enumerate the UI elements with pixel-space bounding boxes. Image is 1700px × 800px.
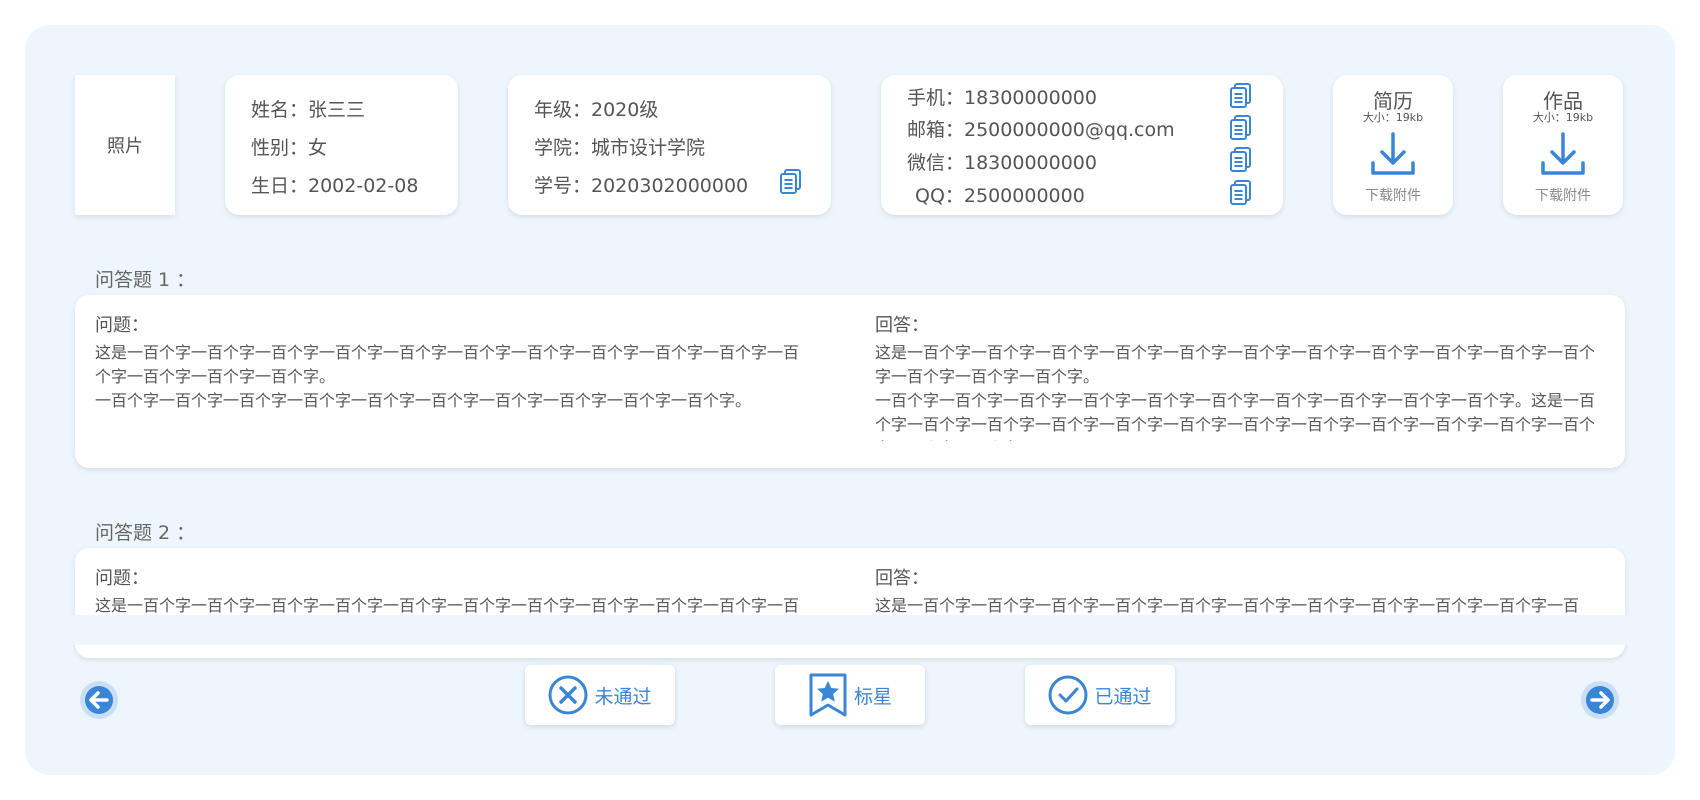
profile-card: 姓名：张三三 性别：女 生日：2002-02-08 <box>225 75 458 215</box>
previous-arrow-icon[interactable] <box>79 680 119 720</box>
scroll-clip <box>25 615 1675 645</box>
college-text: 学院：城市设计学院 <box>534 137 706 159</box>
grade-text: 年级：2020级 <box>534 99 659 121</box>
copy-icon[interactable] <box>1230 83 1252 109</box>
qa-title: 问答题 1 ： <box>95 269 196 291</box>
student-id-text: 学号：2020302000000 <box>534 175 749 197</box>
qa-card: 问题： 这是一百个字一百个字一百个字一百个字一百个字一百个字一百个字一百个字一百… <box>75 295 1625 468</box>
download-link[interactable]: 下载附件 <box>1333 185 1453 205</box>
copy-icon[interactable] <box>1230 115 1252 141</box>
contact-card: 手机：18300000000 邮箱：2500000000@qq.com 微信：1… <box>881 75 1283 215</box>
copy-icon[interactable] <box>1230 147 1252 173</box>
copy-icon[interactable] <box>780 169 802 195</box>
download-icon[interactable] <box>1539 131 1587 177</box>
photo-placeholder: 照片 <box>75 75 175 215</box>
answer-label: 回答： <box>875 315 929 336</box>
download-icon[interactable] <box>1369 131 1417 177</box>
star-bookmark-icon <box>809 673 847 717</box>
school-card: 年级：2020级 学院：城市设计学院 学号：2020302000000 <box>508 75 831 215</box>
pass-button[interactable]: 已通过 <box>1025 665 1175 725</box>
wechat-text: 微信：18300000000 <box>907 152 1097 174</box>
birthday-text: 生日：2002-02-08 <box>251 175 419 197</box>
qa-title: 问答题 2 ： <box>95 522 196 544</box>
question-label: 问题： <box>95 568 149 589</box>
check-circle-icon <box>1048 675 1088 715</box>
question-text: 这是一百个字一百个字一百个字一百个字一百个字一百个字一百个字一百个字一百个字一百… <box>95 343 800 410</box>
next-arrow-icon[interactable] <box>1580 680 1620 720</box>
star-label: 标星 <box>853 685 892 708</box>
file-size: 大小：19kb <box>1362 111 1424 124</box>
works-file-card[interactable]: 作品 大小：19kb 下载附件 <box>1503 75 1623 215</box>
copy-icon[interactable] <box>1230 180 1252 206</box>
resume-file-card[interactable]: 简历 大小：19kb 下载附件 <box>1333 75 1453 215</box>
qq-text: QQ：2500000000 <box>915 185 1085 207</box>
pass-label: 已通过 <box>1094 685 1152 708</box>
answer-text: 这是一百个字一百个字一百个字一百个字一百个字一百个字一百个字一百个字一百个字一百… <box>875 343 1595 441</box>
reject-label: 未通过 <box>594 685 652 708</box>
question-label: 问题： <box>95 315 149 336</box>
email-text: 邮箱：2500000000@qq.com <box>907 119 1175 141</box>
reject-button[interactable]: 未通过 <box>525 665 675 725</box>
phone-text: 手机：18300000000 <box>907 87 1097 109</box>
download-link[interactable]: 下载附件 <box>1503 185 1623 205</box>
file-size: 大小：19kb <box>1532 111 1594 124</box>
close-circle-icon <box>548 675 588 715</box>
photo-label: 照片 <box>107 136 143 157</box>
gender-text: 性别：女 <box>251 137 328 159</box>
star-button[interactable]: 标星 <box>775 665 925 725</box>
answer-label: 回答： <box>875 568 929 589</box>
name-text: 姓名：张三三 <box>251 99 366 121</box>
